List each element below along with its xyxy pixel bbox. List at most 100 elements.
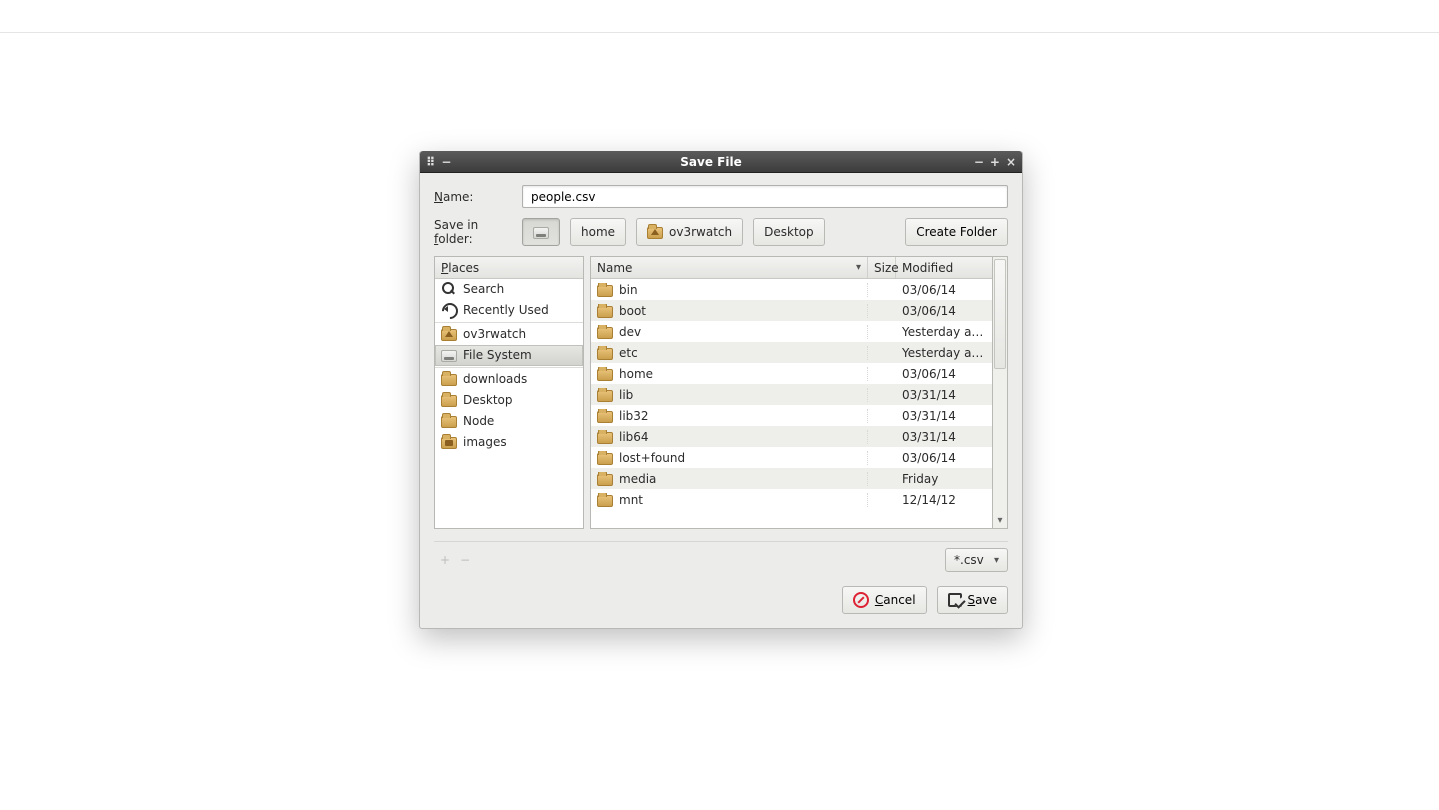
save-file-dialog: ⠿ − Save File − + × Name: Save in folder… xyxy=(419,151,1023,629)
close-button[interactable]: × xyxy=(1006,155,1016,169)
file-row[interactable]: lost+found 03/06/14 xyxy=(591,447,992,468)
breadcrumb-user[interactable]: ov3rwatch xyxy=(636,218,743,246)
file-row[interactable]: lib64 03/31/14 xyxy=(591,426,992,447)
places-item-file-system[interactable]: File System xyxy=(435,345,583,366)
breadcrumb-home[interactable]: home xyxy=(570,218,626,246)
folder-icon xyxy=(597,285,613,297)
file-row[interactable]: media Friday xyxy=(591,468,992,489)
folder-row: Save in folder: home ov3rwatch Desktop C… xyxy=(434,218,1008,246)
places-item-ov3rwatch[interactable]: ov3rwatch xyxy=(435,324,583,345)
folder-icon xyxy=(441,395,457,407)
places-item-search[interactable]: Search xyxy=(435,279,583,300)
file-name: lost+found xyxy=(619,451,685,465)
file-name: lib32 xyxy=(619,409,649,423)
file-row[interactable]: etc Yesterday at 19:14 xyxy=(591,342,992,363)
places-item-downloads[interactable]: downloads xyxy=(435,369,583,390)
window-shade-icon[interactable]: − xyxy=(441,155,451,169)
folder-icon xyxy=(597,453,613,465)
folder-icon xyxy=(597,369,613,381)
places-item-label: Node xyxy=(463,414,494,428)
file-row[interactable]: mnt12/14/12 xyxy=(591,489,992,510)
places-add-button: + xyxy=(440,553,450,567)
places-item-label: ov3rwatch xyxy=(463,327,526,341)
places-item-desktop[interactable]: Desktop xyxy=(435,390,583,411)
file-modified: 12/14/12 xyxy=(896,493,992,507)
file-name: dev xyxy=(619,325,641,339)
file-name: etc xyxy=(619,346,638,360)
sort-indicator-icon: ▾ xyxy=(856,262,861,273)
file-modified: Friday xyxy=(896,472,992,486)
name-row: Name: xyxy=(434,185,1008,208)
places-item-label: Desktop xyxy=(463,393,513,407)
folder-icon xyxy=(597,306,613,318)
home-icon xyxy=(441,329,457,341)
folder-label: Save in folder: xyxy=(434,218,512,246)
file-modified: 03/31/14 xyxy=(896,409,992,423)
breadcrumb-desktop[interactable]: Desktop xyxy=(753,218,825,246)
file-row[interactable]: home03/06/14 xyxy=(591,363,992,384)
home-folder-icon xyxy=(647,227,663,239)
cancel-button[interactable]: Cancel xyxy=(842,586,927,614)
save-button[interactable]: Save xyxy=(937,586,1008,614)
places-header[interactable]: Places xyxy=(435,257,583,279)
file-name: bin xyxy=(619,283,638,297)
filename-value[interactable] xyxy=(529,189,1001,205)
file-list: Name▾ Size Modified bin03/06/14boot03/06… xyxy=(590,256,993,529)
vertical-scrollbar[interactable]: ▾ xyxy=(993,256,1008,529)
search-icon xyxy=(441,281,457,297)
col-size[interactable]: Size xyxy=(868,257,896,278)
folder-icon xyxy=(597,495,613,507)
places-panel: Places Search Recently Used ov3rwatch File … xyxy=(434,256,584,529)
file-name: lib xyxy=(619,388,633,402)
window-menu-icon[interactable]: ⠿ xyxy=(426,155,435,169)
disk-icon xyxy=(533,227,549,239)
file-name: boot xyxy=(619,304,646,318)
file-row[interactable]: dev Yesterday at 14:53 xyxy=(591,321,992,342)
file-modified: 03/06/14 xyxy=(896,451,992,465)
places-item-label: downloads xyxy=(463,372,527,386)
folder-icon xyxy=(597,390,613,402)
folder-icon xyxy=(597,411,613,423)
places-item-label: File System xyxy=(463,348,532,362)
file-modified: 03/31/14 xyxy=(896,388,992,402)
places-item-label: Recently Used xyxy=(463,303,549,317)
col-name[interactable]: Name▾ xyxy=(591,257,868,278)
disk-icon xyxy=(441,350,457,362)
chevron-down-icon: ▾ xyxy=(994,555,999,566)
maximize-button[interactable]: + xyxy=(990,155,1000,169)
places-remove-button: − xyxy=(460,553,470,567)
places-item-images[interactable]: images xyxy=(435,432,583,453)
page-divider xyxy=(0,32,1439,33)
filename-input[interactable] xyxy=(522,185,1008,208)
file-modified: Yesterday at 14:53 xyxy=(896,325,992,339)
titlebar[interactable]: ⠿ − Save File − + × xyxy=(420,151,1022,173)
places-item-node[interactable]: Node xyxy=(435,411,583,432)
file-modified: 03/31/14 xyxy=(896,430,992,444)
file-name: media xyxy=(619,472,656,486)
scroll-thumb[interactable] xyxy=(994,259,1006,369)
folder-icon xyxy=(597,348,613,360)
minimize-button[interactable]: − xyxy=(974,155,984,169)
breadcrumb-disk[interactable] xyxy=(522,218,560,246)
places-item-recently-used[interactable]: Recently Used xyxy=(435,300,583,321)
file-name: lib64 xyxy=(619,430,649,444)
file-modified: Yesterday at 19:14 xyxy=(896,346,992,360)
file-name: home xyxy=(619,367,653,381)
pic-icon xyxy=(441,437,457,449)
create-folder-button[interactable]: Create Folder xyxy=(905,218,1008,246)
places-item-label: Search xyxy=(463,282,504,296)
file-row[interactable]: lib32 03/31/14 xyxy=(591,405,992,426)
col-modified[interactable]: Modified xyxy=(896,257,992,278)
folder-icon xyxy=(441,416,457,428)
recent-icon xyxy=(441,302,457,318)
file-type-combo[interactable]: *.csv ▾ xyxy=(945,548,1008,572)
save-icon xyxy=(948,593,962,607)
window-title: Save File xyxy=(466,155,956,169)
file-row[interactable]: lib 03/31/14 xyxy=(591,384,992,405)
scroll-down-icon[interactable]: ▾ xyxy=(993,513,1007,528)
file-row[interactable]: boot03/06/14 xyxy=(591,300,992,321)
cancel-icon xyxy=(853,592,869,608)
folder-icon xyxy=(597,432,613,444)
file-row[interactable]: bin03/06/14 xyxy=(591,279,992,300)
folder-icon xyxy=(597,327,613,339)
